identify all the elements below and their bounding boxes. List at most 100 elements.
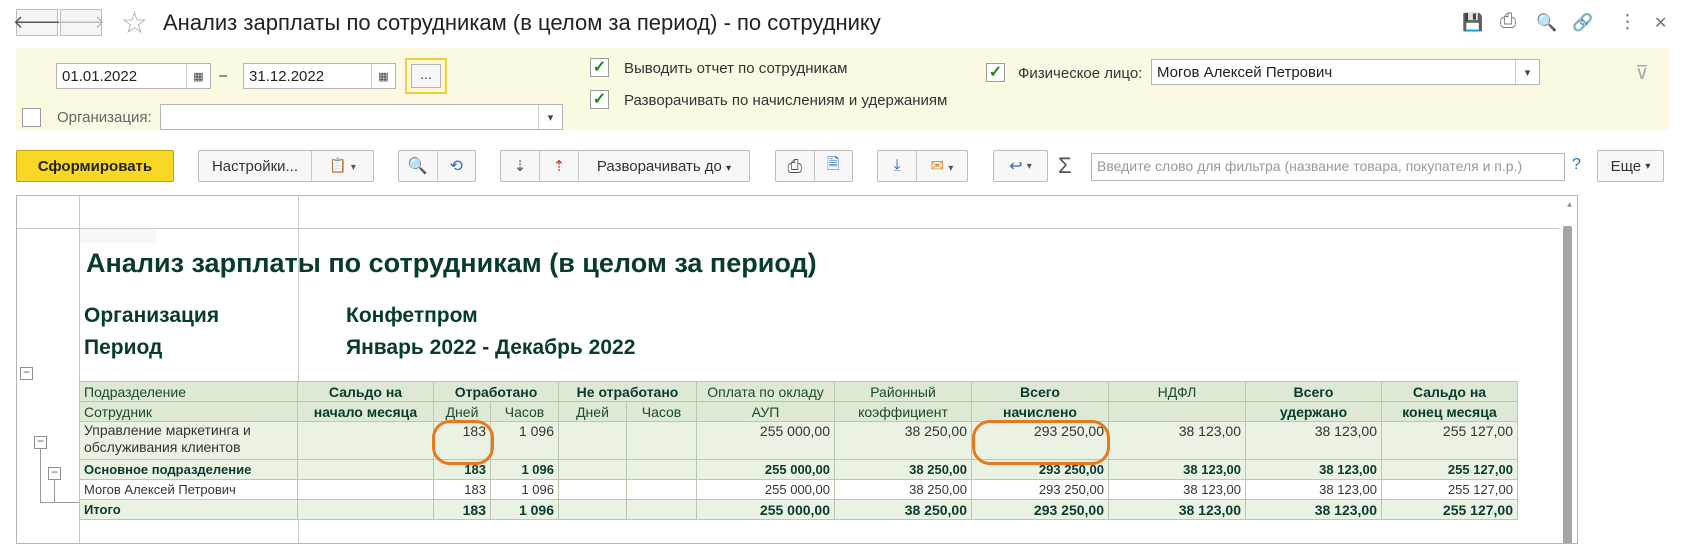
arrow-right-icon: 🡒 (56, 12, 106, 32)
header-salary-2: АУП (696, 401, 835, 422)
chevron-down-icon[interactable]: ▾ (1515, 60, 1539, 84)
table-row-department[interactable]: Управление маркетинга и обслуживания клие… (79, 421, 1518, 460)
header-opening-balance: Сальдо на (297, 381, 434, 402)
date-from-field[interactable]: 01.01.2022 ▦ (56, 63, 211, 89)
header-regional-2: коэффициент (834, 401, 972, 422)
header-hours: Часов (490, 401, 559, 422)
preview-icon[interactable]: 🗎 (815, 153, 853, 180)
cell-closing: 255 127,00 (1381, 459, 1518, 480)
period-value: Январь 2022 - Декабрь 2022 (346, 336, 636, 359)
export-button-group: ⤓ ✉ ▾ (877, 150, 968, 182)
show-by-employees-label: Выводить отчет по сотрудникам (624, 60, 848, 77)
period-select-button[interactable]: ... (405, 58, 447, 94)
department-name: Управление маркетинга и обслуживания клие… (79, 421, 298, 460)
cell-closing: 255 127,00 (1381, 421, 1518, 460)
header-salary: Оплата по окладу (696, 381, 835, 402)
mail-button[interactable]: ✉ ▾ (917, 156, 967, 176)
chevron-down-icon: ▾ (1026, 160, 1032, 172)
scroll-up-icon[interactable]: ▴ (1567, 199, 1572, 210)
vertical-scrollbar[interactable]: ▴ (1559, 196, 1577, 543)
report-variants-button[interactable]: 📋 ▾ (312, 157, 373, 175)
collapse-icon[interactable]: − (34, 435, 47, 449)
expand-accruals-label: Разворачивать по начислениям и удержания… (624, 92, 948, 109)
grouping-button-group: ⇣ ⇡ Разворачивать до ▾ (500, 150, 750, 182)
header-employee: Сотрудник (79, 401, 298, 422)
person-field[interactable]: Могов Алексей Петрович ▾ (1151, 59, 1540, 85)
date-to-field[interactable]: 31.12.2022 ▦ (243, 63, 396, 89)
header-closing-balance-2: конец месяца (1381, 401, 1518, 422)
header-nw-days: Дней (558, 401, 627, 422)
link-icon[interactable]: 🔗 (1572, 13, 1593, 33)
cell-hours: 1 096 (490, 459, 559, 480)
back-button[interactable]: 🡐 (13, 9, 61, 36)
person-label: Физическое лицо: (1018, 65, 1143, 82)
date-to-value: 31.12.2022 (249, 68, 325, 85)
chevron-down-icon: ▾ (350, 162, 356, 173)
filter-input[interactable]: Введите слово для фильтра (название това… (1091, 153, 1565, 181)
cell-salary: 255 000,00 (696, 459, 835, 480)
search-icon[interactable]: 🔍 (399, 156, 437, 176)
search-repeat-icon[interactable]: ⟲ (438, 156, 476, 176)
show-by-employees-checkbox[interactable]: ✓ (590, 58, 609, 77)
highlight-total-accrued (972, 420, 1110, 465)
table-row-subdivision[interactable]: Основное подразделение 183 1 096 255 000… (79, 459, 1518, 480)
table-row-employee[interactable]: Могов Алексей Петрович 183 1 096 255 000… (79, 479, 1518, 500)
organization-field[interactable]: ▾ (160, 104, 563, 130)
save-icon[interactable]: 💾 (1462, 13, 1483, 33)
sort-ascending-icon[interactable]: ⇡ (540, 157, 578, 175)
cell-ndfl: 38 123,00 (1108, 479, 1246, 500)
employee-name: Могов Алексей Петрович (79, 479, 298, 500)
collapse-icon[interactable]: − (48, 466, 61, 480)
date-from-value: 01.01.2022 (62, 68, 138, 85)
window-title: Анализ зарплаты по сотрудникам (в целом … (163, 10, 881, 35)
print-icon[interactable]: ⎙ (1500, 10, 1516, 33)
close-icon[interactable]: ✕ (1654, 13, 1667, 33)
cell-days: 183 (433, 479, 491, 500)
header-opening-balance-2: начало месяца (297, 401, 434, 422)
print-icon[interactable]: ⎙ (776, 156, 814, 177)
clipboard-icon: 📋 (329, 157, 347, 173)
filter-icon[interactable]: ⊽ (1635, 62, 1649, 85)
scroll-thumb[interactable] (1563, 226, 1572, 543)
organization-name: Конфетпром (346, 304, 478, 327)
sort-descending-icon[interactable]: ⇣ (501, 157, 539, 175)
more-label: Еще (1610, 157, 1642, 175)
header-nw-hours: Часов (626, 401, 697, 422)
table-header-row: Сотрудник начало месяца Дней Часов Дней … (79, 401, 1518, 422)
cell-ndfl: 38 123,00 (1108, 421, 1246, 460)
sum-icon[interactable]: Σ (1058, 153, 1072, 179)
collapse-icon[interactable]: − (20, 366, 33, 380)
person-checkbox[interactable]: ✓ (986, 63, 1005, 82)
highlight-days (432, 420, 494, 465)
cell-ndfl: 38 123,00 (1108, 499, 1246, 520)
chevron-down-icon[interactable]: ▾ (538, 105, 562, 129)
expand-to-label: Разворачивать до (596, 157, 722, 175)
preview-icon[interactable]: 🔍 (1536, 13, 1557, 33)
table-header-row: Подразделение Сальдо на Отработано Не от… (79, 381, 1518, 402)
header-days: Дней (433, 401, 491, 422)
cell-salary: 255 000,00 (696, 421, 835, 460)
expand-to-button[interactable]: Разворачивать до ▾ (579, 158, 749, 175)
expand-accruals-checkbox[interactable]: ✓ (590, 90, 609, 109)
mail-icon: ✉ (930, 158, 944, 175)
organization-checkbox[interactable] (22, 108, 41, 127)
undo-button[interactable]: ↩ ▾ (993, 150, 1048, 182)
header-closing-balance: Сальдо на (1381, 381, 1518, 402)
help-button[interactable]: ? (1572, 156, 1581, 174)
more-icon[interactable]: ⋮ (1618, 11, 1637, 34)
table-row-total[interactable]: Итого 183 1 096 255 000,00 38 250,00 293… (79, 499, 1518, 520)
more-button[interactable]: Еще ▾ (1597, 150, 1664, 182)
subdivision-name: Основное подразделение (79, 459, 298, 480)
settings-button[interactable]: Настройки... (199, 158, 311, 175)
calendar-icon[interactable]: ▦ (371, 64, 395, 88)
star-icon[interactable]: ☆ (121, 6, 148, 41)
settings-button-group: Настройки... 📋 ▾ (198, 150, 374, 182)
search-button-group: 🔍 ⟲ (398, 150, 476, 182)
calendar-icon[interactable]: ▦ (186, 64, 210, 88)
download-icon[interactable]: ⤓ (878, 157, 916, 175)
checkmark-icon: ✓ (592, 90, 607, 108)
header-department: Подразделение (79, 381, 298, 402)
generate-button[interactable]: Сформировать (16, 150, 174, 182)
forward-button[interactable]: 🡒 (56, 9, 106, 36)
cell-hours: 1 096 (490, 479, 559, 500)
